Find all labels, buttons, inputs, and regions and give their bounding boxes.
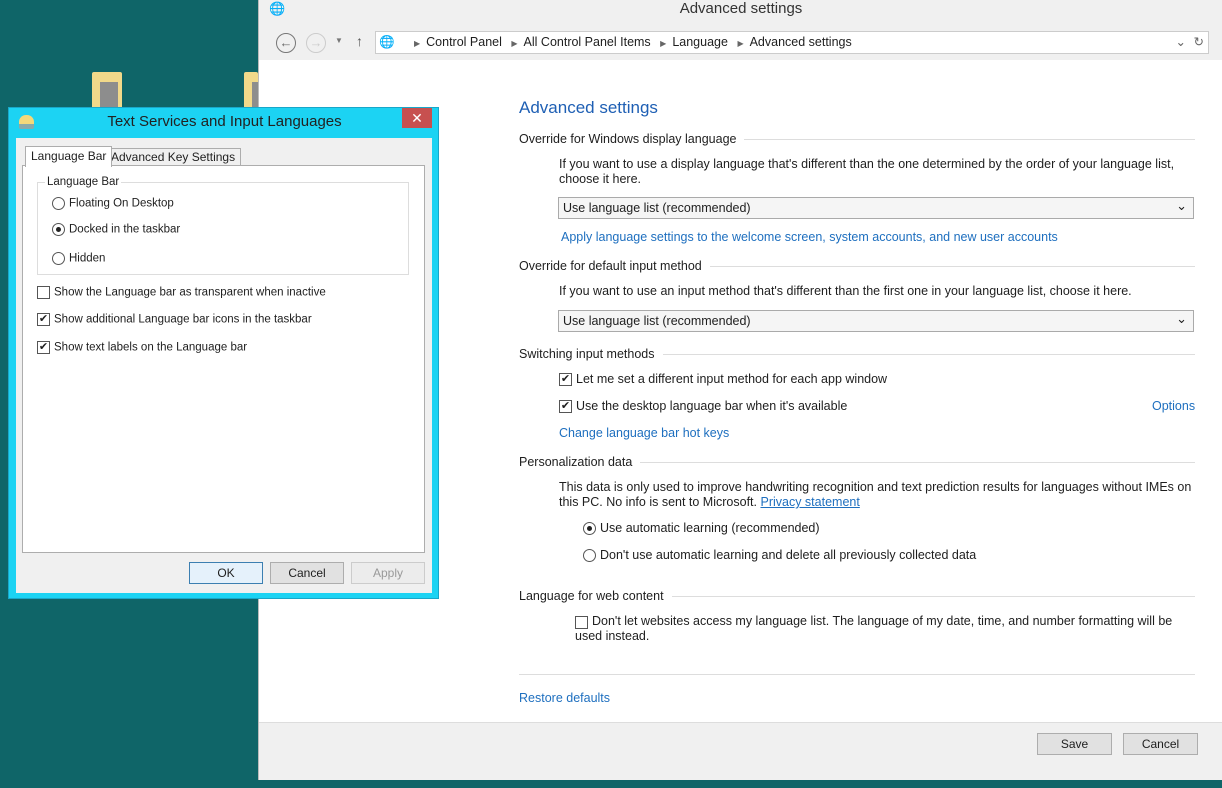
text-labels-checkbox[interactable]: ✔ Show text labels on the Language bar: [37, 341, 247, 354]
checkbox[interactable]: ✔: [37, 341, 50, 354]
page-heading: Advanced settings: [519, 98, 658, 117]
section-web-content: Language for web content: [519, 589, 1195, 603]
text-services-dialog: Text Services and Input Languages ✕ Lang…: [8, 107, 439, 599]
cancel-button[interactable]: Cancel: [1123, 733, 1198, 755]
checkbox[interactable]: ✔: [559, 373, 572, 387]
privacy-link[interactable]: Privacy statement: [760, 495, 859, 509]
display-language-desc: If you want to use a display language th…: [559, 157, 1175, 186]
ok-button[interactable]: OK: [189, 562, 263, 584]
close-button[interactable]: ✕: [402, 108, 432, 128]
personalization-desc: This data is only used to improve handwr…: [559, 480, 1192, 509]
title-bar: 🌐 Advanced settings: [259, 0, 1222, 26]
back-icon[interactable]: ←: [276, 33, 296, 53]
checkbox[interactable]: ✔: [37, 313, 50, 326]
radio[interactable]: [583, 522, 596, 536]
navigation-bar: ← → ▼ ↑ 🌐 ▶ Control Panel ▶ All Control Pa…: [259, 26, 1222, 60]
transparent-checkbox[interactable]: Show the Language bar as transparent whe…: [37, 286, 326, 299]
breadcrumb-language[interactable]: Language: [672, 35, 728, 49]
language-icon: 🌐: [269, 1, 286, 16]
checkbox[interactable]: [37, 286, 50, 299]
address-dropdown-icon[interactable]: ⌄: [1176, 32, 1186, 53]
chevron-right-icon: ▶: [414, 39, 421, 48]
hotkeys-link[interactable]: Change language bar hot keys: [559, 426, 729, 440]
radio[interactable]: [52, 223, 65, 236]
chevron-right-icon: ▶: [737, 39, 744, 48]
up-icon[interactable]: ↑: [356, 33, 363, 49]
apply-button[interactable]: Apply: [351, 562, 425, 584]
radio-docked[interactable]: Docked in the taskbar: [52, 223, 180, 236]
desktop-folder-icon[interactable]: [92, 72, 122, 110]
refresh-icon[interactable]: ↻: [1194, 32, 1204, 53]
section-switching: Switching input methods: [519, 347, 1195, 361]
desktop-language-bar-checkbox[interactable]: ✔ Use the desktop language bar when it's …: [559, 399, 847, 414]
tab-advanced-key-settings[interactable]: Advanced Key Settings: [105, 148, 242, 166]
footer: Save Cancel: [259, 722, 1222, 780]
apply-settings-link[interactable]: Apply language settings to the welcome s…: [561, 230, 1058, 244]
options-link[interactable]: Options: [1152, 399, 1195, 413]
tab-panel: Language Bar Floating On Desktop Docked …: [22, 165, 425, 553]
dialog-body: Language Bar Advanced Key Settings Langu…: [16, 138, 432, 593]
radio[interactable]: [52, 197, 65, 210]
save-button[interactable]: Save: [1037, 733, 1112, 755]
radio[interactable]: [583, 549, 596, 563]
automatic-learning-radio[interactable]: Use automatic learning (recommended): [583, 521, 820, 536]
no-learning-radio[interactable]: Don't use automatic learning and delete …: [583, 548, 976, 563]
forward-icon[interactable]: →: [306, 33, 326, 53]
divider: [519, 674, 1195, 675]
input-method-desc: If you want to use an input method that'…: [559, 284, 1132, 298]
address-bar[interactable]: 🌐 ▶ Control Panel ▶ All Control Panel Item…: [375, 31, 1209, 54]
breadcrumb-advanced[interactable]: Advanced settings: [750, 35, 852, 49]
chevron-right-icon: ▶: [511, 39, 518, 48]
section-input-method: Override for default input method: [519, 259, 1195, 273]
web-content-checkbox[interactable]: Don't let websites access my language li…: [559, 614, 1179, 644]
per-app-input-checkbox[interactable]: ✔ Let me set a different input method for…: [559, 372, 887, 387]
language-icon: 🌐: [379, 35, 395, 49]
display-language-select[interactable]: Use language list (recommended): [558, 196, 1194, 219]
checkbox[interactable]: [575, 616, 588, 630]
breadcrumb-all-items[interactable]: All Control Panel Items: [524, 35, 651, 49]
desktop-folder-icon[interactable]: [244, 72, 270, 110]
cancel-button[interactable]: Cancel: [270, 562, 344, 584]
checkbox[interactable]: ✔: [559, 400, 572, 414]
radio[interactable]: [52, 252, 65, 265]
restore-defaults-link[interactable]: Restore defaults: [519, 691, 610, 705]
breadcrumb-control-panel[interactable]: Control Panel: [426, 35, 502, 49]
window-title: Advanced settings: [679, 0, 803, 17]
dialog-title: Text Services and Input Languages: [107, 113, 342, 130]
radio-hidden[interactable]: Hidden: [52, 252, 105, 265]
radio-floating[interactable]: Floating On Desktop: [52, 197, 174, 210]
additional-icons-checkbox[interactable]: ✔ Show additional Language bar icons in t…: [37, 313, 312, 326]
chevron-right-icon: ▶: [660, 39, 667, 48]
recent-dropdown-icon[interactable]: ▼: [335, 36, 343, 45]
section-personalization: Personalization data: [519, 455, 1195, 469]
section-display-language: Override for Windows display language: [519, 132, 1195, 146]
group-label: Language Bar: [45, 176, 122, 188]
input-method-select[interactable]: Use language list (recommended): [558, 309, 1194, 332]
tab-language-bar[interactable]: Language Bar: [25, 146, 113, 167]
